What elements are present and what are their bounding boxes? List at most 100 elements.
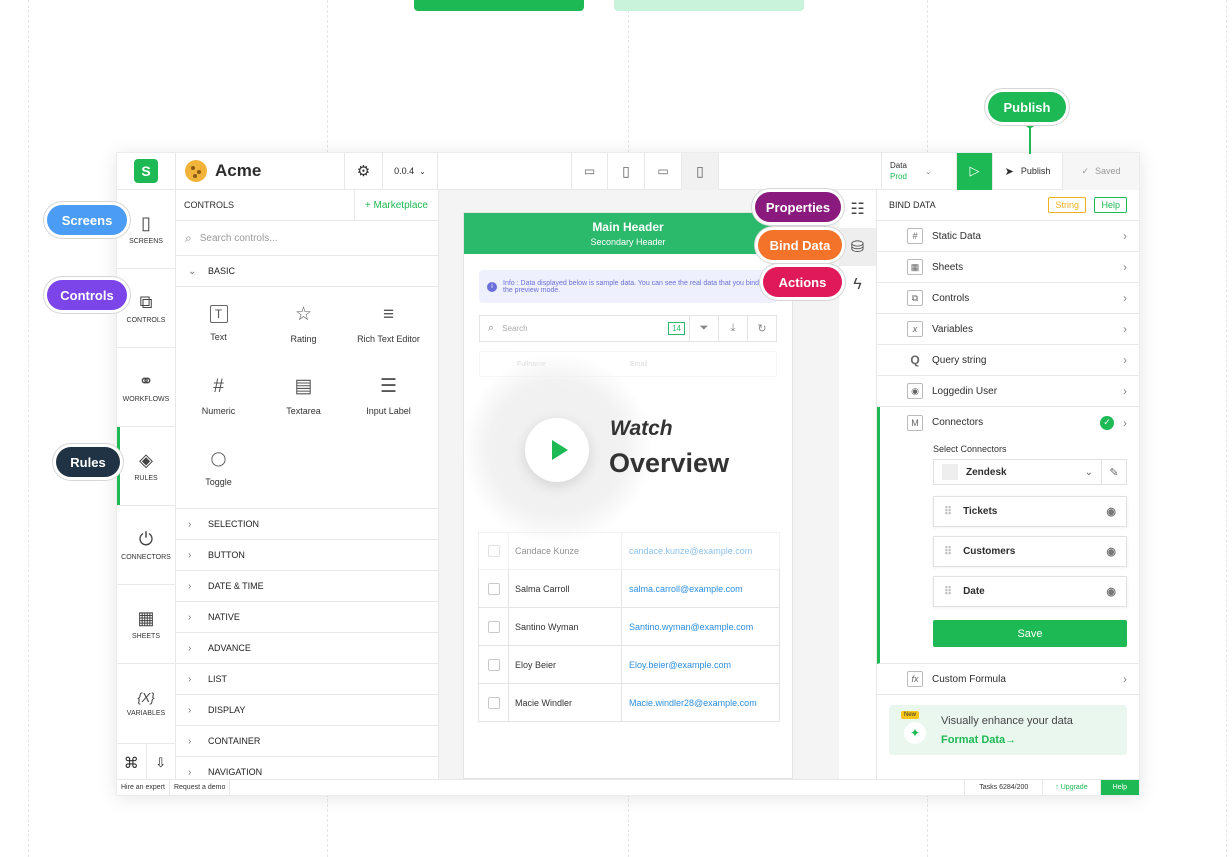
data-env-select[interactable]: Data Prod ⌄ <box>881 153 957 190</box>
sidebar-bottom-tools: ⌘ ⇩ <box>117 744 175 781</box>
device-mobile-button[interactable]: ▯ <box>682 153 719 190</box>
upgrade-link[interactable]: ↑ Upgrade <box>1043 779 1101 795</box>
category-date-time[interactable]: › DATE & TIME <box>176 571 438 602</box>
format-data-link[interactable]: Format Data→ <box>941 734 1016 746</box>
check-circle-icon: ✓ <box>1081 165 1089 176</box>
bind-controls[interactable]: ⧉ Controls › <box>877 283 1139 314</box>
row-checkbox[interactable] <box>479 582 508 595</box>
chevron-right-icon: › <box>188 518 192 530</box>
category-container[interactable]: › CONTAINER <box>176 726 438 757</box>
preview-button[interactable]: ▷ <box>957 153 993 190</box>
sidebar-item-sheets[interactable]: ▦ SHEETS <box>117 585 175 664</box>
format-data-promo: New ✦ Visually enhance your data Format … <box>889 705 1127 755</box>
hire-expert-link[interactable]: Hire an expert <box>117 779 170 795</box>
brand-logo[interactable]: S <box>117 153 176 190</box>
marketplace-link[interactable]: + Marketplace <box>353 189 438 221</box>
category-advance[interactable]: › ADVANCE <box>176 633 438 664</box>
info-icon: i <box>487 281 497 292</box>
connector-select[interactable]: Zendesk ⌄ <box>933 459 1102 485</box>
sidebar-item-screens[interactable]: ▯ SCREENS <box>117 190 175 269</box>
table-search-input[interactable]: ⌕ Search 14 <box>480 322 689 335</box>
controls-icon: ⧉ <box>139 291 153 312</box>
top-primary-button[interactable] <box>414 0 584 11</box>
category-basic[interactable]: ⌄ BASIC <box>176 256 438 287</box>
control-toggle[interactable]: ◯ Toggle <box>176 448 261 492</box>
connector-m-icon: M <box>907 414 923 431</box>
help-tag[interactable]: Help <box>1094 197 1127 213</box>
table-row[interactable]: Santino Wyman Santino.wyman@example.com <box>478 607 780 646</box>
chevron-right-icon: › <box>188 580 192 592</box>
row-checkbox[interactable] <box>479 545 508 557</box>
sidebar-item-rules[interactable]: ◈ RULES <box>117 427 175 506</box>
category-selection[interactable]: › SELECTION <box>176 509 438 540</box>
controls-search[interactable]: ⌕ Search controls... <box>176 221 438 256</box>
search-icon: ⌕ <box>488 322 495 334</box>
device-laptop-button[interactable]: ▭ <box>571 153 608 190</box>
string-tag[interactable]: String <box>1048 197 1086 213</box>
saved-status: ✓ Saved <box>1063 153 1139 190</box>
lightning-icon[interactable]: ϟ <box>839 266 876 304</box>
category-list[interactable]: › LIST <box>176 664 438 695</box>
control-numeric[interactable]: # Numeric <box>176 376 261 421</box>
sidebar: ▯ SCREENS ⧉ CONTROLS ⚭ WORKFLOWS ◈ RULES ⏻ CO… <box>117 190 176 781</box>
play-video-button[interactable] <box>525 418 589 482</box>
bind-loggedin-user[interactable]: ◉ Loggedin User › <box>877 376 1139 407</box>
refresh-icon[interactable]: ↻ <box>747 315 776 342</box>
send-icon: ➤ <box>1004 165 1014 178</box>
filter-icon[interactable]: ⏷ <box>689 315 718 342</box>
callout-actions: Actions <box>763 267 842 297</box>
device-tablet-landscape-button[interactable]: ▭ <box>645 153 682 190</box>
sidebar-item-variables[interactable]: {x} VARIABLES <box>117 664 175 744</box>
eye-icon[interactable]: ◉ <box>1106 585 1116 598</box>
connector-field-tickets[interactable]: ⠿ Tickets ◉ <box>933 496 1127 527</box>
category-display[interactable]: › DISPLAY <box>176 695 438 726</box>
connector-field-customers[interactable]: ⠿ Customers ◉ <box>933 536 1127 567</box>
control-rich-text-editor[interactable]: ≡ Rich Text Editor <box>346 305 431 349</box>
database-icon[interactable]: ⛁ <box>839 228 876 266</box>
app-name[interactable]: Acme <box>176 153 345 190</box>
table-row[interactable]: Salma Carroll salma.carroll@example.com <box>478 569 780 608</box>
table-row[interactable]: Eloy Beier Eloy.beier@example.com <box>478 645 780 684</box>
device-tablet-button[interactable]: ▯ <box>608 153 645 190</box>
control-rating[interactable]: ☆ Rating <box>261 305 346 349</box>
publish-button[interactable]: ➤ Publish <box>993 153 1063 190</box>
category-native[interactable]: › NATIVE <box>176 602 438 633</box>
bind-sheets[interactable]: ▦ Sheets › <box>877 252 1139 283</box>
bind-static-data[interactable]: # Static Data › <box>877 221 1139 252</box>
download-app-button[interactable]: ⇩ <box>147 744 176 781</box>
control-text[interactable]: T Text <box>176 305 261 349</box>
settings-button[interactable]: ⚙ <box>345 153 383 190</box>
properties-sliders-icon[interactable]: ☷ <box>839 190 876 228</box>
download-icon[interactable]: ⤓ <box>718 315 747 342</box>
tasks-counter: Tasks 6284/200 <box>964 779 1044 795</box>
save-button[interactable]: Save <box>933 620 1127 647</box>
sidebar-item-controls[interactable]: ⧉ CONTROLS <box>117 269 175 348</box>
connector-field-date[interactable]: ⠿ Date ◉ <box>933 576 1127 607</box>
bind-variables[interactable]: x Variables › <box>877 314 1139 345</box>
chevron-right-icon: › <box>188 673 192 685</box>
version-select[interactable]: 0.0.4 ⌄ <box>383 153 438 190</box>
category-button[interactable]: › BUTTON <box>176 540 438 571</box>
new-badge: New <box>901 711 920 719</box>
control-input-label[interactable]: ☰ Input Label <box>346 376 431 421</box>
eye-icon[interactable]: ◉ <box>1106 545 1116 558</box>
sidebar-item-connectors[interactable]: ⏻ CONNECTORS <box>117 506 175 585</box>
bind-custom-formula[interactable]: fx Custom Formula › <box>877 664 1139 695</box>
edit-icon[interactable]: ✎ <box>1101 459 1127 485</box>
top-secondary-button[interactable] <box>614 0 804 11</box>
chevron-right-icon: › <box>1123 384 1127 398</box>
formula-icon: fx <box>907 671 923 687</box>
chevron-right-icon: › <box>188 735 192 747</box>
control-textarea[interactable]: ▤ Textarea <box>261 376 346 421</box>
sidebar-item-workflows[interactable]: ⚭ WORKFLOWS <box>117 348 175 427</box>
bind-query-string[interactable]: Q Query string › <box>877 345 1139 376</box>
row-checkbox[interactable] <box>479 658 508 671</box>
help-button[interactable]: Help <box>1100 779 1139 795</box>
table-row[interactable]: Macie Windler Macie.windler28@example.co… <box>478 683 780 722</box>
row-checkbox[interactable] <box>479 620 508 633</box>
shortcuts-button[interactable]: ⌘ <box>117 744 147 781</box>
eye-icon[interactable]: ◉ <box>1106 505 1116 518</box>
row-checkbox[interactable] <box>479 696 508 709</box>
bind-connectors[interactable]: M Connectors ✓ › <box>880 407 1139 438</box>
request-demo-link[interactable]: Request a demo <box>170 779 231 795</box>
